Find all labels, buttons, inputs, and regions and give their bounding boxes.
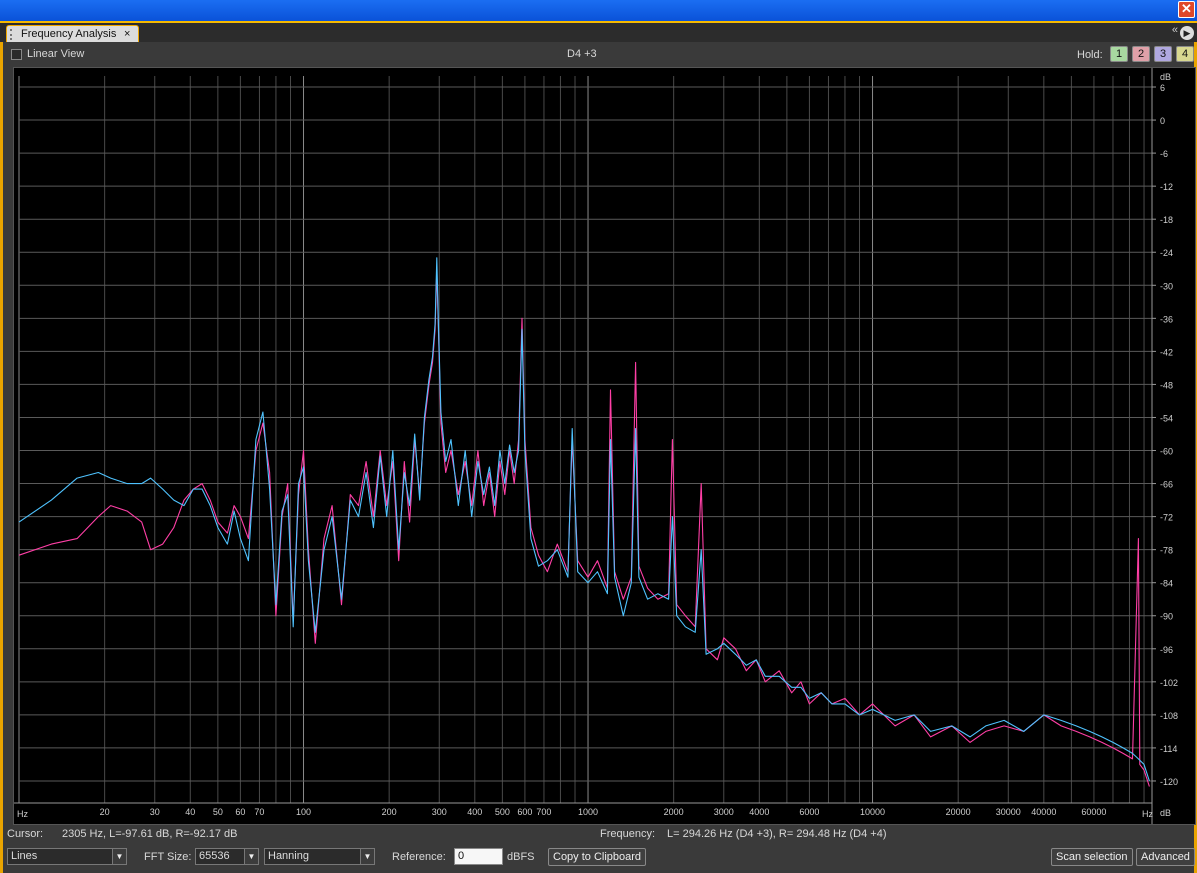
x-tick-label: 50 — [213, 807, 223, 817]
plot-style-value: Lines — [11, 850, 38, 862]
cursor-label: Cursor: — [7, 828, 44, 840]
y-tick-label: -60 — [1160, 447, 1173, 457]
y-tick-label: -84 — [1160, 579, 1173, 589]
panel-menu-icon[interactable]: ▶ — [1180, 26, 1194, 40]
fft-size-value: 65536 — [199, 850, 230, 862]
frequency-analysis-panel: Linear View D4 +3 Hold: 1 2 3 4 6 0 -6 -12-… — [0, 42, 1197, 873]
panel-tabstrip: Frequency Analysis × « ▶ — [0, 21, 1197, 44]
window-titlebar: ✕ — [0, 0, 1197, 21]
reference-label: Reference: — [392, 851, 446, 863]
hold-button-3[interactable]: 3 — [1154, 46, 1172, 62]
reference-input[interactable]: 0 — [454, 848, 503, 865]
status-bar: Cursor: 2305 Hz, L=-97.61 dB, R=-92.17 d… — [7, 828, 1193, 844]
y-tick-label: -24 — [1160, 248, 1173, 258]
y-tick-label: -78 — [1160, 546, 1173, 556]
y-tick-label: 6 — [1160, 83, 1165, 93]
x-tick-label: 1000 — [578, 807, 598, 817]
linear-view-checkbox[interactable] — [11, 49, 22, 60]
chevron-down-icon[interactable]: ▼ — [360, 849, 374, 864]
linear-view-label[interactable]: Linear View — [27, 48, 84, 60]
x-tick-label: 40000 — [1031, 807, 1056, 817]
y-tick-label: -120 — [1160, 777, 1178, 787]
x-tick-label: 70 — [254, 807, 264, 817]
y-tick-label: -102 — [1160, 678, 1178, 688]
y-tick-label: -6 — [1160, 149, 1168, 159]
x-tick-label: 60 — [235, 807, 245, 817]
tab-close-icon[interactable]: × — [124, 26, 130, 43]
y-tick-label: -30 — [1160, 281, 1173, 291]
x-tick-label: 6000 — [799, 807, 819, 817]
x-tick-label: 10000 — [860, 807, 885, 817]
x-unit-right: Hz — [1142, 809, 1153, 819]
x-tick-label: 30 — [150, 807, 160, 817]
x-tick-label: 100 — [296, 807, 311, 817]
hold-label: Hold: — [1077, 49, 1103, 61]
y-tick-label: -42 — [1160, 347, 1173, 357]
y-tick-label: 0 — [1160, 116, 1165, 126]
cursor-readout: 2305 Hz, L=-97.61 dB, R=-92.17 dB — [62, 828, 238, 840]
x-tick-label: 30000 — [996, 807, 1021, 817]
y-unit-bottom: dB — [1160, 808, 1171, 818]
reference-unit-label: dBFS — [507, 851, 535, 863]
scan-selection-button[interactable]: Scan selection — [1051, 848, 1133, 866]
copy-to-clipboard-button[interactable]: Copy to Clipboard — [548, 848, 647, 866]
grip-icon[interactable] — [10, 29, 16, 40]
controls-bar: Lines ▼ FFT Size: 65536 ▼ Hanning ▼ Refe… — [7, 848, 1195, 868]
frequency-label: Frequency: — [600, 828, 656, 840]
x-tick-label: 20000 — [946, 807, 971, 817]
frequency-readout: L= 294.26 Hz (D4 +3), R= 294.48 Hz (D4 +… — [667, 828, 887, 840]
x-tick-label: 60000 — [1081, 807, 1106, 817]
x-tick-label: 200 — [382, 807, 397, 817]
tab-title: Frequency Analysis — [21, 28, 117, 40]
y-tick-label: -36 — [1160, 314, 1173, 324]
pitch-note-readout: D4 +3 — [567, 48, 597, 60]
fft-size-select[interactable]: 65536 ▼ — [195, 848, 259, 865]
y-tick-label: -18 — [1160, 215, 1173, 225]
hold-button-2[interactable]: 2 — [1132, 46, 1150, 62]
y-tick-label: -108 — [1160, 711, 1178, 721]
overflow-icon[interactable]: « — [1172, 24, 1178, 36]
spectrum-series-right — [18, 268, 1150, 787]
chevron-down-icon[interactable]: ▼ — [244, 849, 258, 864]
y-unit-top: dB — [1160, 72, 1171, 82]
y-tick-label: -96 — [1160, 645, 1173, 655]
fft-size-label: FFT Size: — [144, 851, 192, 863]
spectrum-plot[interactable]: 6 0 -6 -12 -18 -24 -30 -36 -42 -48 -54 -60 -66 -72 -78… — [13, 67, 1196, 825]
window-function-value: Hanning — [268, 850, 309, 862]
spectrum-series-left — [18, 257, 1150, 782]
close-window-button[interactable]: ✕ — [1178, 1, 1195, 18]
y-tick-label: -12 — [1160, 182, 1173, 192]
y-tick-label: -66 — [1160, 480, 1173, 490]
x-tick-label: 20 — [100, 807, 110, 817]
advanced-button[interactable]: Advanced — [1136, 848, 1195, 866]
hold-button-4[interactable]: 4 — [1176, 46, 1194, 62]
x-tick-label: 700 — [536, 807, 551, 817]
y-tick-label: -48 — [1160, 380, 1173, 390]
panel-toolbar: Linear View D4 +3 Hold: 1 2 3 4 — [7, 46, 1194, 64]
plot-style-select[interactable]: Lines ▼ — [7, 848, 127, 865]
x-tick-label: 600 — [517, 807, 532, 817]
y-tick-label: -72 — [1160, 513, 1173, 523]
x-tick-label: 3000 — [714, 807, 734, 817]
spectrum-svg[interactable]: 60-6-12-18-24-30-36-42-48-54-60-66-72-78… — [14, 68, 1195, 824]
y-tick-label: -54 — [1160, 413, 1173, 423]
x-tick-label: 2000 — [664, 807, 684, 817]
x-unit-left: Hz — [17, 809, 28, 819]
chevron-down-icon[interactable]: ▼ — [112, 849, 126, 864]
x-tick-label: 400 — [467, 807, 482, 817]
x-tick-label: 500 — [495, 807, 510, 817]
hold-button-1[interactable]: 1 — [1110, 46, 1128, 62]
window-function-select[interactable]: Hanning ▼ — [264, 848, 375, 865]
x-tick-label: 4000 — [749, 807, 769, 817]
x-tick-label: 40 — [185, 807, 195, 817]
y-tick-label: -114 — [1160, 744, 1177, 754]
x-tick-label: 300 — [432, 807, 447, 817]
y-tick-label: -90 — [1160, 612, 1173, 622]
